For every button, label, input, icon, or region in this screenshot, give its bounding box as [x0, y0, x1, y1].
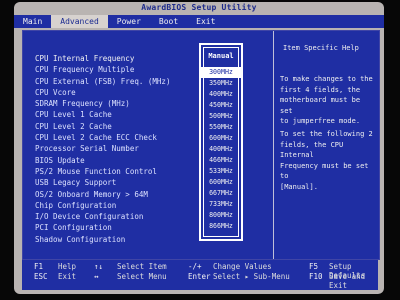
popup-option-550mhz[interactable]: 550MHz [201, 122, 241, 133]
popup-option-733mhz[interactable]: 733MHz [201, 199, 241, 210]
setting-processor-serial-number[interactable]: Processor Serial Number [35, 143, 203, 154]
menu-advanced[interactable]: Advanced [51, 15, 108, 28]
popup-option-400mhz[interactable]: 400MHz [201, 89, 241, 100]
submenu-shadow-configuration[interactable]: Shadow Configuration [35, 234, 203, 245]
submenu-io-device-configuration[interactable]: I/O Device Configuration [35, 211, 203, 222]
window-title: AwardBIOS Setup Utility [141, 3, 257, 12]
help-title: Item Specific Help [283, 44, 359, 52]
setting-cpu-external-fsb-freq[interactable]: CPU External (FSB) Freq. (MHz) [35, 76, 203, 87]
settings-panel: CPU Internal Frequency CPU Frequency Mul… [22, 30, 380, 260]
footer-legend: F1 Help ↑↓ Select Item -/+ Change Values… [22, 260, 378, 290]
menu-power[interactable]: Power [108, 15, 150, 28]
exit-label: Exit [58, 272, 77, 281]
setting-usb-legacy-support[interactable]: USB Legacy Support [35, 177, 203, 188]
setting-ps2-mouse-function-control[interactable]: PS/2 Mouse Function Control [35, 166, 203, 177]
setting-cpu-internal-frequency[interactable]: CPU Internal Frequency [35, 53, 203, 64]
popup-option-500mhz[interactable]: 500MHz [201, 111, 241, 122]
popup-option-466mhz[interactable]: 466MHz [201, 155, 241, 166]
setting-cpu-level-2-cache-ecc-check[interactable]: CPU Level 2 Cache ECC Check [35, 132, 203, 143]
setting-cpu-level-1-cache[interactable]: CPU Level 1 Cache [35, 109, 203, 120]
updown-arrows-icon: ↑↓ [94, 262, 104, 271]
popup-title: Manual [208, 52, 234, 60]
panel-divider [273, 31, 274, 259]
bios-screen: AwardBIOS Setup Utility Main Advanced Po… [14, 2, 384, 294]
popup-option-667mhz[interactable]: 667MHz [201, 188, 241, 199]
menu-exit[interactable]: Exit [187, 15, 224, 28]
select-menu-label: Select Menu [117, 272, 167, 281]
help-text-2: To set the following 2 fields, the CPU I… [280, 130, 373, 191]
key-esc: ESC [34, 272, 48, 281]
setting-bios-update[interactable]: BIOS Update [35, 155, 203, 166]
select-submenu-label: Select ▸ Sub-Menu [213, 272, 290, 281]
setting-os2-onboard-memory[interactable]: OS/2 Onboard Memory > 64M [35, 189, 203, 200]
key-f5: F5 [309, 262, 319, 271]
popup-option-400mhz-b[interactable]: 400MHz [201, 144, 241, 155]
setting-cpu-frequency-multiple[interactable]: CPU Frequency Multiple [35, 64, 203, 75]
menu-main[interactable]: Main [14, 15, 51, 28]
popup-option-350mhz[interactable]: 350MHz [201, 78, 241, 89]
help-label: Help [58, 262, 77, 271]
key-enter: Enter [188, 272, 211, 281]
popup-option-450mhz[interactable]: 450MHz [201, 100, 241, 111]
menu-bar: Main Advanced Power Boot Exit [14, 15, 384, 28]
popup-option-600mhz-b[interactable]: 600MHz [201, 177, 241, 188]
help-text-1: To make changes to the first 4 fields, t… [280, 75, 373, 125]
setting-sdram-frequency[interactable]: SDRAM Frequency (MHz) [35, 98, 203, 109]
key-f10: F10 [309, 272, 323, 281]
minus-plus-key: -/+ [188, 262, 202, 271]
leftright-arrows-icon: ↔ [94, 272, 99, 281]
popup-option-800mhz[interactable]: 800MHz [201, 210, 241, 221]
change-values-label: Change Values [213, 262, 272, 271]
submenu-chip-configuration[interactable]: Chip Configuration [35, 200, 203, 211]
setting-cpu-vcore[interactable]: CPU Vcore [35, 87, 203, 98]
submenu-pci-configuration[interactable]: PCI Configuration [35, 222, 203, 233]
settings-list: CPU Internal Frequency CPU Frequency Mul… [35, 53, 203, 245]
popup-option-600mhz[interactable]: 600MHz [201, 133, 241, 144]
popup-option-866mhz[interactable]: 866MHz [201, 221, 241, 232]
save-exit-label: Save and Exit [329, 272, 366, 290]
key-f1: F1 [34, 262, 44, 271]
select-item-label: Select Item [117, 262, 167, 271]
popup-option-533mhz[interactable]: 533MHz [201, 166, 241, 177]
popup-option-300mhz[interactable]: 300MHz [201, 67, 241, 78]
frequency-popup: Manual 300MHz 350MHz 400MHz 450MHz 500MH… [199, 43, 243, 241]
menu-boot[interactable]: Boot [150, 15, 187, 28]
setting-cpu-level-2-cache[interactable]: CPU Level 2 Cache [35, 121, 203, 132]
